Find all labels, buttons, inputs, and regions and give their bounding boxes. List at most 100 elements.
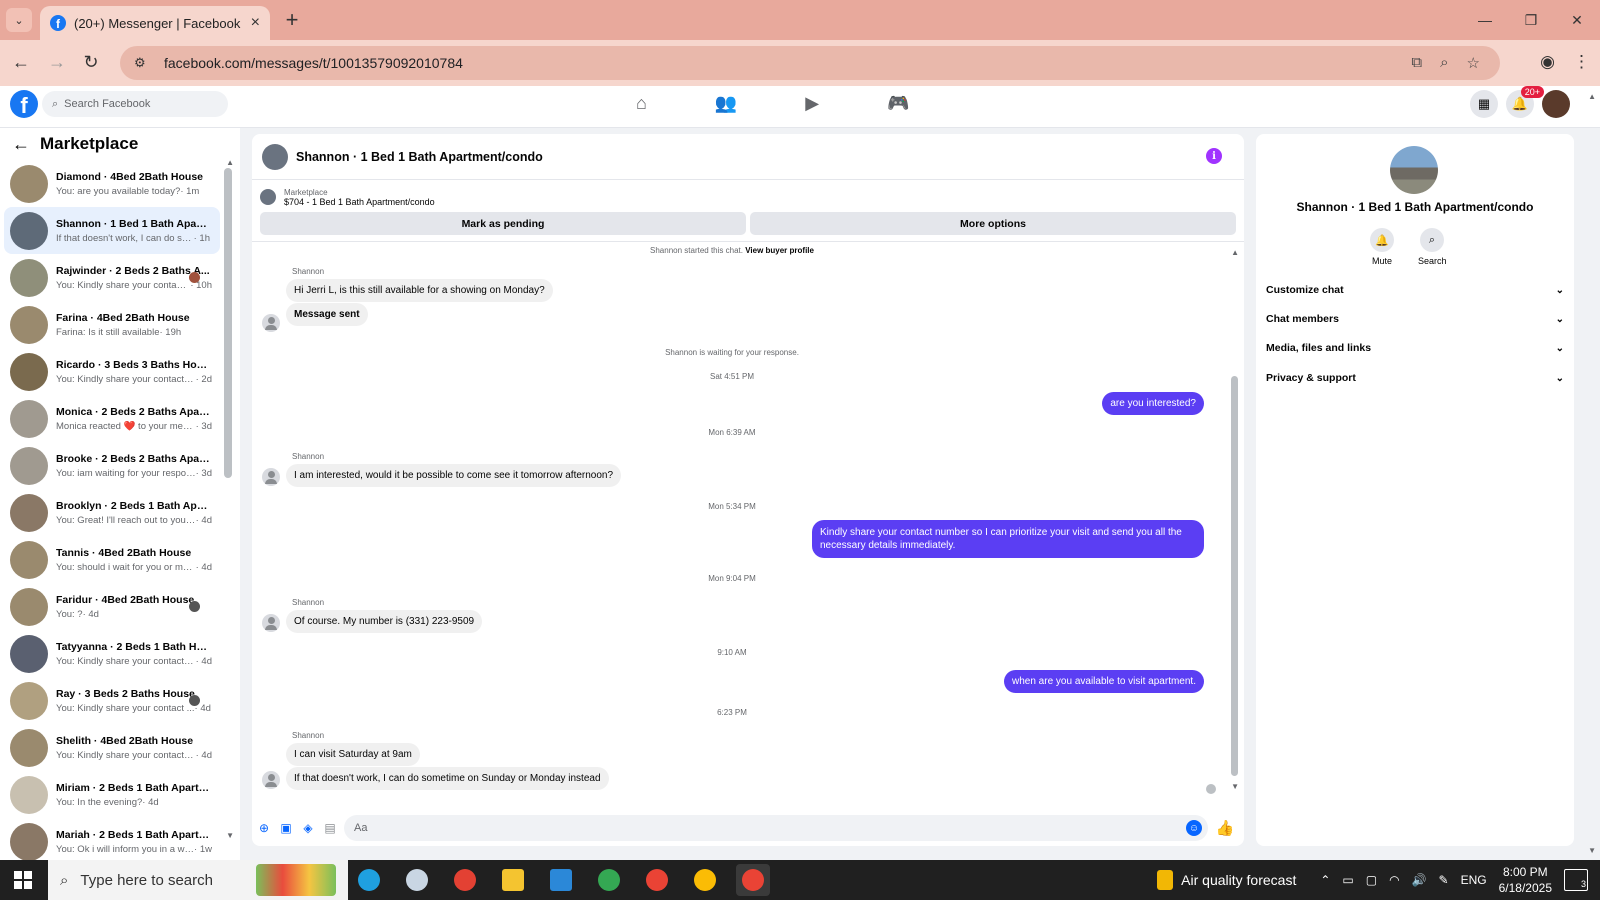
language-indicator[interactable]: ENG [1461, 873, 1487, 887]
facebook-search-input[interactable]: ⌕ Search Facebook [42, 91, 228, 117]
chat-thumbnail[interactable] [262, 143, 288, 170]
reload-icon[interactable]: ↻ [80, 52, 102, 73]
incoming-message[interactable]: I am interested, would it be possible to… [286, 464, 622, 487]
browser-menu-icon[interactable]: ⋮ [1573, 52, 1590, 72]
sidebar-scroll-up-icon[interactable]: ▲ [226, 158, 234, 167]
conversation-item[interactable]: Ricardo · 3 Beds 3 Baths House You: Kindl… [0, 348, 222, 395]
friends-icon[interactable]: 👥 [715, 93, 737, 114]
pen-icon[interactable]: ✎ [1439, 873, 1449, 887]
conversation-item[interactable]: Diamond · 4Bed 2Bath House You: are you a… [0, 160, 222, 207]
wifi-icon[interactable]: ◠ [1389, 873, 1399, 887]
edge-icon[interactable] [352, 864, 386, 896]
sender-avatar[interactable] [262, 614, 280, 632]
page-scroll-down-icon[interactable]: ▼ [1588, 846, 1596, 855]
chat-scrollbar[interactable] [1231, 376, 1238, 776]
conversation-item[interactable]: Tannis · 4Bed 2Bath House You: should i w… [0, 536, 222, 583]
conversation-item[interactable]: Miriam · 2 Beds 1 Bath Apartm... You: In … [0, 771, 222, 818]
photos-icon[interactable] [544, 864, 578, 896]
outgoing-message[interactable]: are you interested? [1102, 392, 1204, 415]
chat-scroll-down-icon[interactable]: ▼ [1231, 782, 1239, 791]
search-conversation-button[interactable]: ⌕ Search [1418, 228, 1447, 266]
bookmark-star-icon[interactable]: ☆ [1467, 54, 1480, 72]
chrome-profile-icon[interactable] [640, 864, 674, 896]
back-arrow-icon[interactable]: ← [12, 134, 30, 155]
listing-thumbnail[interactable] [260, 189, 276, 205]
taskbar-clock[interactable]: 8:00 PM 6/18/2025 [1499, 864, 1552, 896]
forward-icon[interactable]: → [46, 52, 68, 73]
weather-widget[interactable]: Air quality forecast [1157, 870, 1296, 890]
sticker-icon[interactable]: ◈ [300, 820, 316, 836]
chrome-profile-icon[interactable] [688, 864, 722, 896]
thumbs-up-icon[interactable]: 👍 [1214, 819, 1236, 837]
gaming-icon[interactable]: 🎮 [887, 93, 909, 114]
sender-avatar[interactable] [262, 314, 280, 332]
mute-button[interactable]: 🔔 Mute [1368, 228, 1396, 266]
more-actions-plus-icon[interactable]: ⊕ [256, 820, 272, 836]
site-settings-icon[interactable]: ⚙ [134, 55, 152, 71]
facebook-logo-icon[interactable]: f [10, 90, 38, 118]
sender-avatar[interactable] [262, 771, 280, 789]
url-bar[interactable]: ⚙ facebook.com/messages/t/10013579092010… [120, 46, 1500, 80]
zoom-icon[interactable]: ⌕ [1440, 54, 1448, 72]
customize-chat-section[interactable]: Customize chat ⌄ [1266, 276, 1564, 304]
conversation-item[interactable]: Ray · 3 Beds 2 Baths House You: Kindly sh… [0, 677, 222, 724]
search-highlight-image[interactable] [256, 864, 336, 896]
tab-close-icon[interactable]: × [251, 14, 260, 32]
conversation-item[interactable]: Rajwinder · 2 Beds 2 Baths A... You: Kind… [0, 254, 222, 301]
sidebar-scrollbar[interactable] [224, 168, 232, 478]
chevron-up-icon[interactable]: ⌃ [1320, 873, 1330, 887]
view-buyer-profile-link[interactable]: View buyer profile [745, 246, 814, 255]
account-avatar[interactable] [1542, 90, 1570, 118]
privacy-support-section[interactable]: Privacy & support ⌄ [1266, 364, 1564, 392]
conversation-item[interactable]: Tatyyanna · 2 Beds 1 Bath House You: Kind… [0, 630, 222, 677]
chat-scroll-up-icon[interactable]: ▲ [1231, 248, 1239, 257]
new-tab-button[interactable]: + [280, 8, 304, 32]
conversation-info-icon[interactable]: i [1206, 148, 1222, 164]
more-options-button[interactable]: More options [750, 212, 1236, 235]
incoming-message[interactable]: I can visit Saturday at 9am [286, 743, 420, 766]
chrome-active-icon[interactable] [736, 864, 770, 896]
app-icon[interactable] [400, 864, 434, 896]
install-app-icon[interactable]: ⧉ [1411, 54, 1422, 72]
chat-members-section[interactable]: Chat members ⌄ [1266, 305, 1564, 333]
chat-title[interactable]: Shannon · 1 Bed 1 Bath Apartment/condo [296, 150, 543, 164]
menu-grid-icon[interactable]: ▦ [1470, 90, 1498, 118]
back-icon[interactable]: ← [10, 52, 32, 73]
sidebar-scroll-down-icon[interactable]: ▼ [226, 831, 234, 840]
conversation-item[interactable]: Mariah · 2 Beds 1 Bath Apartm... You: Ok … [0, 818, 222, 860]
video-icon[interactable]: ▶ [805, 93, 819, 114]
file-explorer-icon[interactable] [496, 864, 530, 896]
conversation-item[interactable]: Monica · 2 Beds 2 Baths Apart... Monica r… [0, 395, 222, 442]
listing-photo[interactable] [1390, 146, 1438, 194]
notification-center-icon[interactable]: 3 [1564, 869, 1588, 891]
chrome-profile-icon[interactable] [448, 864, 482, 896]
incoming-message[interactable]: Of course. My number is (331) 223-9509 [286, 610, 483, 633]
windows-start-icon[interactable] [14, 871, 32, 889]
meet-icon[interactable]: ▢ [1366, 873, 1377, 887]
conversation-item[interactable]: Shelith · 4Bed 2Bath House You: Kindly sh… [0, 724, 222, 771]
incoming-message[interactable]: If that doesn't work, I can do sometime … [286, 767, 609, 790]
restore-icon[interactable]: ❐ [1508, 0, 1554, 40]
tab-search-dropdown-icon[interactable]: ⌄ [6, 8, 32, 32]
message-input[interactable]: Aa ☺ [344, 815, 1208, 841]
notifications-bell-icon[interactable]: 🔔 20+ [1506, 86, 1544, 118]
volume-icon[interactable]: 🔊 [1412, 873, 1427, 887]
battery-icon[interactable]: ▭ [1342, 873, 1353, 887]
chrome-icon[interactable] [592, 864, 626, 896]
conversation-item[interactable]: Shannon · 1 Bed 1 Bath Apartm... If that … [4, 207, 220, 254]
gif-icon[interactable]: ▤ [322, 820, 338, 836]
profile-icon[interactable]: ◉ [1540, 52, 1555, 72]
attach-image-icon[interactable]: ▣ [278, 820, 294, 836]
close-window-icon[interactable]: ✕ [1554, 0, 1600, 40]
conversation-item[interactable]: Brooke · 2 Beds 2 Baths Apart... You: iam… [0, 442, 222, 489]
listing-title[interactable]: $704 - 1 Bed 1 Bath Apartment/condo [284, 197, 435, 207]
conversation-item[interactable]: Farina · 4Bed 2Bath House Farina: Is it s… [0, 301, 222, 348]
browser-tab[interactable]: f (20+) Messenger | Facebook × [40, 6, 270, 40]
incoming-message[interactable]: Hi Jerri L, is this still available for … [286, 279, 553, 302]
emoji-icon[interactable]: ☺ [1186, 820, 1202, 836]
conversation-item[interactable]: Brooklyn · 2 Beds 1 Bath Apart... You: Gr… [0, 489, 222, 536]
outgoing-message[interactable]: Kindly share your contact number so I ca… [812, 520, 1204, 558]
sender-avatar[interactable] [262, 468, 280, 486]
outgoing-message[interactable]: when are you available to visit apartmen… [1004, 670, 1204, 693]
home-icon[interactable]: ⌂ [636, 93, 647, 114]
